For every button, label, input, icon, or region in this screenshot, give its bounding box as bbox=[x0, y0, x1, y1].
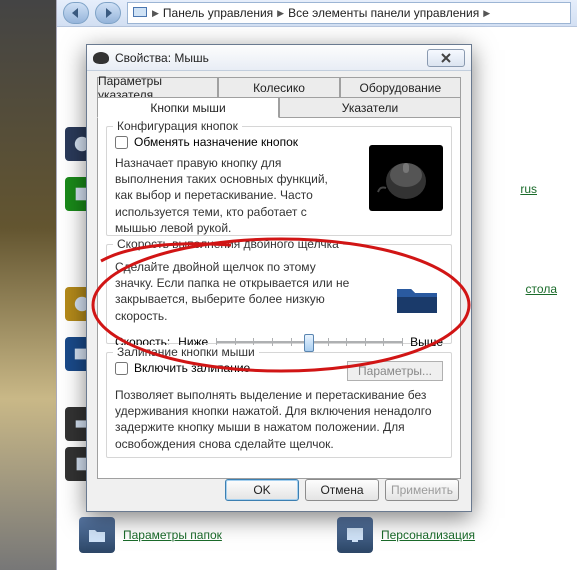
group-title: Конфигурация кнопок bbox=[113, 119, 242, 133]
crumb-1[interactable]: Панель управления bbox=[163, 6, 273, 20]
dialog-title: Свойства: Мышь bbox=[115, 51, 209, 65]
folder-test-icon[interactable] bbox=[393, 277, 441, 317]
button-config-group: Конфигурация кнопок Обменять назначение … bbox=[106, 126, 452, 236]
control-panel-icon bbox=[132, 5, 148, 21]
cp-item-label: Персонализация bbox=[381, 528, 475, 542]
tab-pointer-options[interactable]: Параметры указателя bbox=[97, 77, 218, 98]
group-title: Залипание кнопки мыши bbox=[113, 345, 259, 359]
cp-item[interactable]: rus bbox=[520, 182, 537, 196]
checkbox-label: Включить залипание bbox=[134, 361, 250, 375]
tab-pointers[interactable]: Указатели bbox=[279, 97, 461, 118]
click-lock-group: Залипание кнопки мыши Включить залипание… bbox=[106, 352, 452, 458]
personalization-icon bbox=[337, 517, 373, 553]
cancel-button[interactable]: Отмена bbox=[305, 479, 379, 501]
mouse-preview-image bbox=[369, 145, 443, 211]
nav-back-button[interactable] bbox=[63, 2, 89, 24]
slider-high-label: Выше bbox=[410, 335, 443, 349]
tab-row-top: Параметры указателя Колесико Оборудовани… bbox=[97, 77, 461, 117]
group-description: Назначает правую кнопку для выполнения т… bbox=[115, 155, 345, 236]
cp-item-label: Параметры папок bbox=[123, 528, 222, 542]
group-description: Сделайте двойной щелчок по этому значку.… bbox=[115, 259, 355, 324]
nav-forward-button[interactable] bbox=[95, 2, 121, 24]
cp-item-folder-options[interactable]: Параметры папок bbox=[79, 517, 222, 553]
desktop-left-strip bbox=[0, 0, 56, 570]
apply-button: Применить bbox=[385, 479, 459, 501]
checkbox-input[interactable] bbox=[115, 362, 128, 375]
click-lock-checkbox[interactable]: Включить залипание bbox=[115, 361, 250, 375]
double-click-group: Скорость выполнения двойного щелчка Сдел… bbox=[106, 244, 452, 344]
group-description: Позволяет выполнять выделение и перетаск… bbox=[115, 387, 443, 452]
checkbox-input[interactable] bbox=[115, 136, 128, 149]
tab-wheel[interactable]: Колесико bbox=[218, 77, 339, 98]
ok-button[interactable]: OK bbox=[225, 479, 299, 501]
tab-panel: Конфигурация кнопок Обменять назначение … bbox=[97, 117, 461, 479]
tab-hardware[interactable]: Оборудование bbox=[340, 77, 461, 98]
click-lock-settings-button: Параметры... bbox=[347, 361, 443, 381]
slider-thumb[interactable] bbox=[304, 334, 314, 352]
tab-buttons[interactable]: Кнопки мыши bbox=[97, 97, 279, 118]
cp-item-label: стола bbox=[526, 282, 557, 296]
group-title: Скорость выполнения двойного щелчка bbox=[113, 237, 343, 251]
mouse-properties-dialog: Свойства: Мышь Параметры указателя Колес… bbox=[86, 44, 472, 512]
explorer-titlebar: ▶ Панель управления ▶ Все элементы панел… bbox=[57, 0, 577, 27]
cp-item-personalization[interactable]: Персонализация bbox=[337, 517, 475, 553]
dialog-button-row: OK Отмена Применить bbox=[225, 479, 459, 501]
mouse-icon bbox=[93, 52, 109, 64]
close-icon bbox=[441, 53, 451, 63]
desktop-background: ▶ Панель управления ▶ Все элементы панел… bbox=[0, 0, 577, 570]
crumb-2[interactable]: Все элементы панели управления bbox=[288, 6, 479, 20]
dialog-titlebar[interactable]: Свойства: Мышь bbox=[87, 45, 471, 71]
folder-icon bbox=[79, 517, 115, 553]
cp-item-label: rus bbox=[520, 182, 537, 196]
cp-item[interactable]: стола bbox=[526, 282, 557, 296]
close-button[interactable] bbox=[427, 49, 465, 67]
breadcrumb[interactable]: ▶ Панель управления ▶ Все элементы панел… bbox=[127, 2, 571, 24]
checkbox-label: Обменять назначение кнопок bbox=[134, 135, 298, 149]
